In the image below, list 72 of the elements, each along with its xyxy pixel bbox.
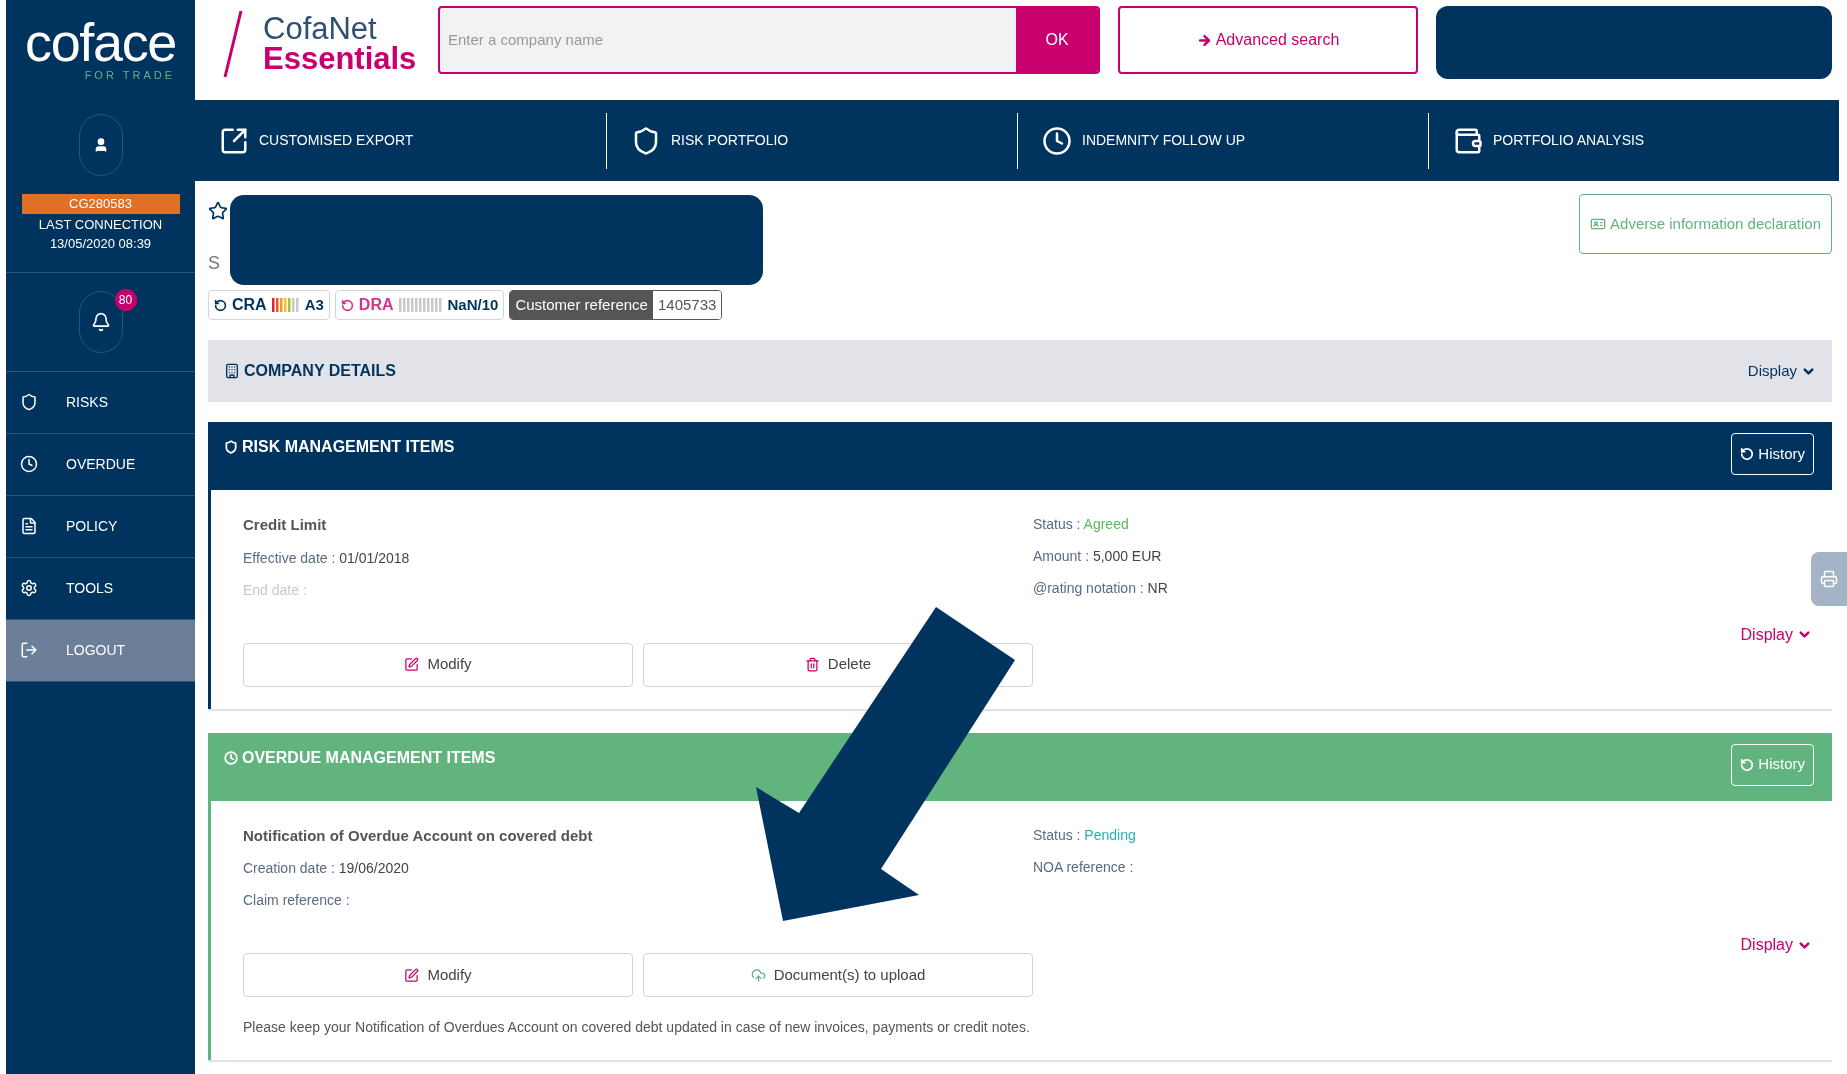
history-icon: [214, 298, 227, 312]
printer-icon: [1820, 570, 1838, 588]
sidebar-item[interactable]: RISKS: [6, 371, 195, 434]
rating-scale-icon: [398, 298, 443, 312]
field-text: Effective date : 01/01/2018: [243, 548, 411, 568]
upload-icon: [750, 967, 766, 983]
search-ok-button[interactable]: OK: [1016, 8, 1098, 72]
sidebar-item[interactable]: LOGOUT: [6, 619, 195, 682]
sidebar-item[interactable]: TOOLS: [6, 557, 195, 620]
search-field[interactable]: Enter a company name OK: [438, 6, 1100, 74]
item-title: Notification of Overdue Account on covered debt: [243, 825, 594, 846]
field-text: @rating notation : NR: [1033, 579, 1169, 598]
clock-icon: [1042, 125, 1072, 156]
nav-item[interactable]: PORTFOLIO ANALYSIS: [1453, 125, 1645, 156]
field-text: Creation date : 19/06/2020: [243, 859, 410, 878]
trash-icon: [804, 657, 820, 672]
settings-icon: [20, 579, 38, 597]
star-icon: [208, 201, 228, 221]
field-text: Claim reference :: [243, 891, 351, 910]
history-icon: [340, 298, 354, 312]
company-details-bar[interactable]: COMPANY DETAILS Display: [208, 340, 1832, 402]
section-title: OVERDUE MANAGEMENT ITEMS: [242, 747, 496, 768]
customer-reference-badge: Customer reference 1405733: [509, 290, 723, 320]
building-icon: [224, 363, 240, 379]
history-button[interactable]: History: [1731, 433, 1814, 475]
display-link[interactable]: Display: [1740, 933, 1812, 957]
history-icon: [1740, 757, 1755, 772]
user-id-badge: CG280583: [21, 194, 180, 214]
display-link[interactable]: Display: [1747, 359, 1816, 383]
display-link[interactable]: Display: [1740, 622, 1812, 647]
logout-icon: [20, 641, 38, 659]
action-button[interactable]: Modify: [243, 642, 633, 687]
section-title: COMPANY DETAILS: [244, 361, 396, 381]
shield-icon: [20, 393, 38, 411]
bell-icon: [90, 311, 111, 332]
brand-logo: coface: [25, 16, 176, 67]
nav-item[interactable]: INDEMNITY FOLLOW UP: [1042, 125, 1246, 156]
company-name-partial: S: [208, 252, 220, 275]
section-title: RISK MANAGEMENT ITEMS: [242, 437, 455, 457]
history-icon: [1740, 447, 1755, 461]
edit-icon: [404, 967, 420, 983]
sidebar-item[interactable]: OVERDUE: [6, 433, 195, 496]
sidebar-item[interactable]: POLICY: [6, 495, 195, 558]
product-name-top: CofaNet: [263, 13, 378, 44]
field-text: NOA reference :: [1033, 857, 1135, 877]
rating-badge: DRA NaN/10: [334, 290, 505, 320]
rating-badge: CRA A3: [208, 290, 330, 320]
last-connection-time: 13/05/2020 08:39: [49, 235, 152, 253]
last-connection-label: LAST CONNECTION: [38, 215, 163, 234]
note-text: Please keep your Notification of Overdues Account on covered debt updated in case of new invoices, payments or credit notes.: [243, 1018, 1031, 1037]
status-text: Status : Pending: [1033, 825, 1137, 845]
edit-icon: [404, 657, 420, 672]
notification-count: 80: [114, 288, 137, 311]
item-title: Credit Limit: [243, 515, 328, 535]
action-button[interactable]: Document(s) to upload: [643, 953, 1033, 997]
document-icon: [20, 517, 38, 535]
advanced-search-button[interactable]: Advanced search: [1118, 6, 1418, 74]
id-card-icon: [1590, 216, 1607, 232]
product-name-bottom: Essentials: [263, 43, 417, 74]
arrow-right-icon: [1196, 32, 1212, 48]
brand-tagline: FOR TRADE: [84, 67, 175, 83]
clock-icon: [20, 455, 38, 473]
clock-icon: [224, 750, 238, 765]
status-text: Status : Agreed: [1033, 515, 1130, 534]
export-icon: [219, 125, 249, 156]
shield-icon: [224, 440, 238, 454]
nav-item[interactable]: CUSTOMISED EXPORT: [219, 125, 414, 156]
rating-scale-icon: [271, 298, 300, 312]
nav-item[interactable]: RISK PORTFOLIO: [631, 125, 789, 156]
action-button[interactable]: Modify: [243, 953, 633, 997]
field-text: Amount : 5,000 EUR: [1033, 547, 1163, 566]
slash-mark-icon: [223, 8, 243, 79]
